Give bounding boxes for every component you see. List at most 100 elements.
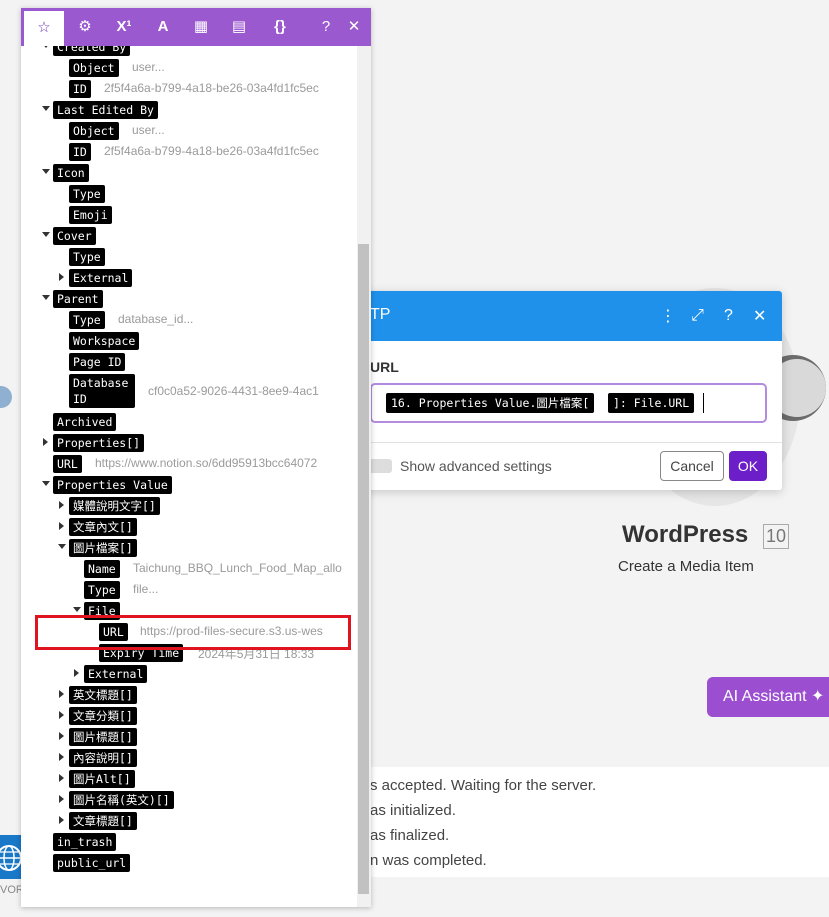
field-tag[interactable]: Object xyxy=(69,122,119,140)
field-tag[interactable]: Object xyxy=(69,59,119,77)
expand-icon[interactable]: ⤢ xyxy=(691,307,704,325)
field-tag[interactable]: ID xyxy=(69,80,91,98)
expand-arrow-icon[interactable] xyxy=(59,690,64,698)
collapse-arrow-icon[interactable] xyxy=(58,544,66,549)
execution-log-panel: s accepted. Waiting for the server. as i… xyxy=(330,767,829,877)
field-tag[interactable]: 圖片檔案[] xyxy=(69,539,137,557)
globe-icon[interactable] xyxy=(0,835,22,879)
tab-custom-functions[interactable]: {} xyxy=(261,8,299,46)
field-tag[interactable]: Cover xyxy=(53,227,96,245)
expand-arrow-icon[interactable] xyxy=(59,774,64,782)
expand-arrow-icon[interactable] xyxy=(74,669,79,677)
field-tag[interactable]: public_url xyxy=(53,854,131,872)
expand-arrow-icon[interactable] xyxy=(59,711,64,719)
tab-date-functions[interactable]: ▦ xyxy=(182,8,220,46)
help-icon: ? xyxy=(321,18,331,35)
tab-array-functions[interactable]: ▤ xyxy=(220,8,258,46)
tab-general-functions[interactable]: ⚙ xyxy=(66,8,104,46)
field-value: user... xyxy=(132,123,165,137)
field-tag[interactable]: 內容說明[] xyxy=(69,749,137,767)
field-tag[interactable]: 圖片Alt[] xyxy=(69,770,135,788)
field-tag[interactable]: ID xyxy=(69,143,91,161)
wordpress-module-title: WordPress xyxy=(622,521,749,548)
text-caret xyxy=(703,393,704,413)
field-tag[interactable]: Properties[] xyxy=(53,434,145,452)
mapped-value-pill[interactable]: 16. Properties Value.圖片檔案[ xyxy=(386,393,595,413)
field-tag[interactable]: Page ID xyxy=(69,353,126,371)
field-tag[interactable]: Workspace xyxy=(69,332,140,350)
field-tag[interactable]: 文章內文[] xyxy=(69,518,137,536)
tab-close[interactable]: ✕ xyxy=(335,8,373,46)
field-tag[interactable]: Last Edited By xyxy=(53,101,158,119)
field-tag[interactable]: Database ID xyxy=(69,374,135,408)
mapping-panel: ☆ ⚙ X¹ A ▦ ▤ {} ? ✕ Created By Object use… xyxy=(21,8,371,907)
expand-arrow-icon[interactable] xyxy=(59,522,64,530)
advanced-settings-toggle[interactable] xyxy=(368,459,392,473)
field-tag[interactable]: Parent xyxy=(53,290,103,308)
collapse-arrow-icon[interactable] xyxy=(42,295,50,300)
field-tag[interactable]: 英文標題[] xyxy=(69,686,137,704)
field-tag[interactable]: Type xyxy=(69,311,105,329)
field-tag[interactable]: 圖片標題[] xyxy=(69,728,137,746)
collapse-arrow-icon[interactable] xyxy=(73,607,81,612)
field-value: database_id... xyxy=(118,312,194,326)
expand-arrow-icon[interactable] xyxy=(59,501,64,509)
log-line: as finalized. xyxy=(370,827,450,844)
log-line: s accepted. Waiting for the server. xyxy=(370,777,597,794)
highlight-box xyxy=(35,615,351,650)
field-tag[interactable]: External xyxy=(84,665,148,683)
tab-math-functions[interactable]: X¹ xyxy=(105,8,143,46)
ai-assistant-label: AI Assistant xyxy=(723,688,807,705)
superscript-icon: X¹ xyxy=(116,18,132,35)
collapse-arrow-icon[interactable] xyxy=(42,46,50,48)
field-tag[interactable]: 文章分類[] xyxy=(69,707,137,725)
collapse-arrow-icon[interactable] xyxy=(42,481,50,486)
expand-arrow-icon[interactable] xyxy=(59,273,64,281)
tab-star[interactable]: ☆ xyxy=(24,11,64,46)
field-tag[interactable]: in_trash xyxy=(53,833,117,851)
dialog-divider xyxy=(360,442,782,443)
url-input[interactable]: 16. Properties Value.圖片檔案[ ]: File.URL xyxy=(370,383,767,423)
field-tag[interactable]: Name xyxy=(84,560,120,578)
field-tag[interactable]: Emoji xyxy=(69,206,112,224)
field-tag[interactable]: Created By xyxy=(53,46,131,56)
scrollbar-thumb[interactable] xyxy=(358,244,369,894)
field-tag[interactable]: 文章標題[] xyxy=(69,812,137,830)
gear-icon: ⚙ xyxy=(78,18,92,35)
cancel-button[interactable]: Cancel xyxy=(660,451,724,481)
field-tag[interactable]: External xyxy=(69,269,133,287)
field-value: cf0c0a52-9026-4431-8ee9-4ac1 xyxy=(148,384,319,398)
field-tag[interactable]: Type xyxy=(69,185,105,203)
collapse-arrow-icon[interactable] xyxy=(42,106,50,111)
module-number-badge: 10 xyxy=(763,524,789,549)
field-tag[interactable]: Archived xyxy=(53,413,117,431)
canvas-node-left[interactable] xyxy=(0,386,12,408)
field-tag[interactable]: Type xyxy=(84,581,120,599)
close-icon[interactable]: ✕ xyxy=(753,306,766,326)
field-tag[interactable]: 圖片名稱(英文)[] xyxy=(69,791,174,809)
collapse-arrow-icon[interactable] xyxy=(42,232,50,237)
advanced-settings-label: Show advanced settings xyxy=(400,458,552,474)
field-value: Taichung_BBQ_Lunch_Food_Map_allo xyxy=(133,561,342,575)
expand-arrow-icon[interactable] xyxy=(59,732,64,740)
ok-button[interactable]: OK xyxy=(729,451,767,481)
field-tag[interactable]: Type xyxy=(69,248,105,266)
expand-arrow-icon[interactable] xyxy=(59,795,64,803)
mapped-value-pill[interactable]: ]: File.URL xyxy=(608,393,695,413)
expand-arrow-icon[interactable] xyxy=(59,753,64,761)
ai-assistant-button[interactable]: AI Assistant ✦ xyxy=(707,677,829,717)
field-tag[interactable]: URL xyxy=(53,455,82,473)
expand-arrow-icon[interactable] xyxy=(43,438,48,446)
log-line: n was completed. xyxy=(370,852,487,869)
tab-text-functions[interactable]: A xyxy=(144,8,182,46)
field-value: https://www.notion.so/6dd95913bcc64072 xyxy=(95,456,318,470)
field-tag[interactable]: Icon xyxy=(53,164,89,182)
field-tag[interactable]: Properties Value xyxy=(53,476,172,494)
wordpress-module-subtitle: Create a Media Item xyxy=(618,558,754,575)
expand-arrow-icon[interactable] xyxy=(59,816,64,824)
field-tag[interactable]: 媒體說明文字[] xyxy=(69,497,160,515)
collapse-arrow-icon[interactable] xyxy=(42,169,50,174)
more-options-icon[interactable]: ⋮ xyxy=(660,306,676,326)
log-line: as initialized. xyxy=(370,802,456,819)
help-icon[interactable]: ? xyxy=(722,307,735,325)
